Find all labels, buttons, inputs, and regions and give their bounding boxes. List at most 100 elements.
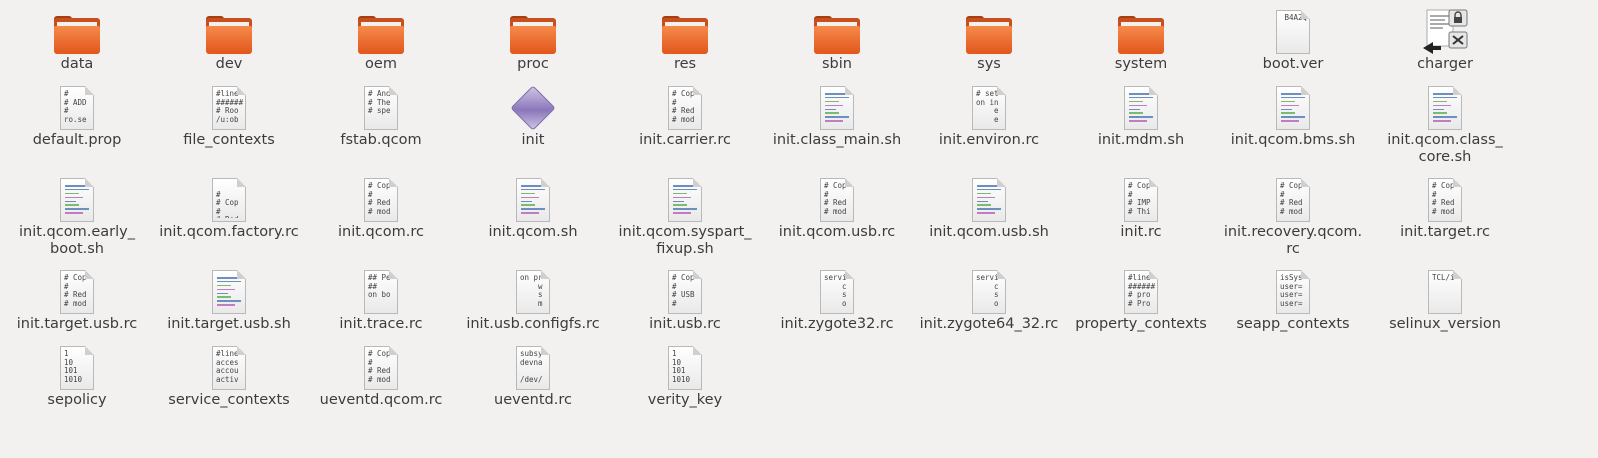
file-preview-text: # Cop # # IMP # Thi	[1128, 182, 1151, 216]
file-name-label: seapp_contexts	[1236, 316, 1350, 332]
file-preview-text: # Cop # # Red # mod	[368, 182, 391, 216]
text-file-icon: # Cop # # Red # mod	[659, 82, 711, 130]
file-name-label: property_contexts	[1075, 316, 1207, 332]
file-item[interactable]: charger	[1370, 6, 1520, 73]
file-item[interactable]: TCL/i selinux_version	[1370, 266, 1520, 333]
file-name-label: init.qcom.early_ boot.sh	[19, 224, 135, 257]
file-item[interactable]: dev	[154, 6, 304, 73]
file-item[interactable]: init.qcom.class_ core.sh	[1370, 82, 1520, 166]
file-name-label: init.class_main.sh	[772, 132, 902, 148]
file-preview-text: # Cop # # Red # mod	[1280, 182, 1303, 216]
file-item[interactable]: system	[1066, 6, 1216, 73]
file-preview-text: 1 10 101 1010	[672, 350, 691, 384]
file-item[interactable]: #line ###### # Roo /u:ob file_contexts	[154, 82, 304, 149]
file-item[interactable]: # set on in e e init.environ.rc	[914, 82, 1064, 149]
text-file-icon: on pr w s m	[507, 266, 559, 314]
file-item[interactable]: sys	[914, 6, 1064, 73]
text-file-icon: # Cop # # USB #	[659, 266, 711, 314]
file-item[interactable]: servi c s o init.zygote32.rc	[762, 266, 912, 333]
text-file-icon: #line acces accou activ	[203, 342, 255, 390]
file-name-label: default.prop	[32, 132, 122, 148]
file-item[interactable]: isSys user= user= user= seapp_contexts	[1218, 266, 1368, 333]
file-item[interactable]: # Cop # # Red # mod ueventd.qcom.rc	[306, 342, 456, 409]
file-item[interactable]: init.mdm.sh	[1066, 82, 1216, 149]
file-name-label: init.target.usb.sh	[167, 316, 291, 332]
file-item[interactable]: # Cop # # IMP # Thi init.rc	[1066, 174, 1216, 241]
file-item[interactable]: B4A2Q boot.ver	[1218, 6, 1368, 73]
file-name-label: init.mdm.sh	[1097, 132, 1185, 148]
file-item[interactable]: init.qcom.usb.sh	[914, 174, 1064, 241]
binary-file-icon	[507, 82, 559, 131]
file-item[interactable]: # Cop # # Red # mod init.carrier.rc	[610, 82, 760, 149]
file-name-label: init.recovery.qcom. rc	[1223, 224, 1363, 257]
file-preview-text: B4A2Q	[1280, 14, 1308, 22]
text-file-icon: 1 10 101 1010	[659, 342, 711, 390]
file-item[interactable]: init.class_main.sh	[762, 82, 912, 149]
file-item[interactable]: # Cop # # Red # mod init.target.usb.rc	[2, 266, 152, 333]
script-file-icon	[51, 174, 103, 222]
file-name-label: init.environ.rc	[938, 132, 1040, 148]
file-name-label: selinux_version	[1389, 316, 1501, 332]
text-file-icon: TCL/i	[1419, 266, 1471, 314]
file-preview-text: # And # The # spe	[368, 90, 391, 116]
file-item[interactable]: subsy devna /dev/ueventd.rc	[458, 342, 608, 409]
file-name-label: init.qcom.rc	[338, 224, 424, 240]
file-item[interactable]: init.qcom.sh	[458, 174, 608, 241]
file-preview-text: # Cop # # Red # mod	[64, 274, 87, 308]
file-name-label: init.usb.rc	[649, 316, 721, 332]
text-file-icon: # And # The # spe	[355, 82, 407, 130]
file-name-label: init.qcom.class_ core.sh	[1387, 132, 1503, 165]
script-file-icon	[963, 174, 1015, 222]
script-file-icon	[1267, 82, 1319, 130]
file-name-label: init.carrier.rc	[639, 132, 731, 148]
file-name-label: file_contexts	[183, 132, 275, 148]
file-item[interactable]: 1 10 101 1010 sepolicy	[2, 342, 152, 409]
file-item[interactable]: ## Pe ## on bo init.trace.rc	[306, 266, 456, 333]
file-item[interactable]: proc	[458, 6, 608, 73]
script-file-icon	[203, 266, 255, 314]
file-name-label: sbin	[822, 56, 852, 72]
file-item[interactable]: sbin	[762, 6, 912, 73]
file-item[interactable]: init.qcom.syspart_ fixup.sh	[610, 174, 760, 258]
file-name-label: init.zygote64_32.rc	[919, 316, 1059, 332]
file-item[interactable]: #line ###### # pro # Pro property_context…	[1066, 266, 1216, 333]
file-item[interactable]: # # Cop # # Red init.qcom.factory.rc	[154, 174, 304, 241]
folder-icon	[659, 6, 711, 54]
file-preview-text: # # Cop # # Red	[216, 189, 239, 218]
file-item[interactable]: # Cop # # Red # mod init.qcom.usb.rc	[762, 174, 912, 241]
file-name-label: res	[673, 56, 697, 72]
text-file-icon: # Cop # # Red # mod	[355, 342, 407, 390]
file-preview-text: servi c s o	[824, 274, 847, 308]
file-item[interactable]: init.qcom.early_ boot.sh	[2, 174, 152, 258]
file-name-label: sys	[977, 56, 1001, 72]
file-item[interactable]: # # ADD # ro.se default.prop	[2, 82, 152, 149]
file-preview-text: 1 10 101 1010	[64, 350, 83, 384]
file-preview-text: # Cop # # Red # mod	[672, 90, 695, 124]
file-item[interactable]: #line acces accou activ service_contexts	[154, 342, 304, 409]
file-item[interactable]: init.target.usb.sh	[154, 266, 304, 333]
file-name-label: fstab.qcom	[340, 132, 422, 148]
text-file-icon: # set on in e e	[963, 82, 1015, 130]
file-name-label: boot.ver	[1262, 56, 1324, 72]
file-preview-text: servi c s o	[976, 274, 999, 308]
file-item[interactable]: init.qcom.bms.sh	[1218, 82, 1368, 149]
text-file-icon: servi c s o	[963, 266, 1015, 314]
folder-icon	[507, 6, 559, 54]
file-item[interactable]: servi c s o init.zygote64_32.rc	[914, 266, 1064, 333]
file-preview-text: # Cop # # Red # mod	[368, 350, 391, 384]
file-item[interactable]: # Cop # # USB # init.usb.rc	[610, 266, 760, 333]
file-item[interactable]: # Cop # # Red # mod init.recovery.qcom. r…	[1218, 174, 1368, 258]
file-item[interactable]: # Cop # # Red # mod init.qcom.rc	[306, 174, 456, 241]
file-item[interactable]: 1 10 101 1010 verity_key	[610, 342, 760, 409]
file-item[interactable]: res	[610, 6, 760, 73]
file-item[interactable]: init	[458, 82, 608, 149]
file-item[interactable]: data	[2, 6, 152, 73]
file-name-label: init.qcom.factory.rc	[159, 224, 299, 240]
file-item[interactable]: # And # The # spe fstab.qcom	[306, 82, 456, 149]
file-item[interactable]: oem	[306, 6, 456, 73]
folder-icon	[1115, 6, 1167, 54]
text-file-icon: B4A2Q	[1267, 6, 1319, 54]
file-item[interactable]: # Cop # # Red # mod init.target.rc	[1370, 174, 1520, 241]
file-item[interactable]: on pr w s m init.usb.configfs.rc	[458, 266, 608, 333]
file-preview-text: #line ###### # pro # Pro	[1128, 274, 1156, 308]
